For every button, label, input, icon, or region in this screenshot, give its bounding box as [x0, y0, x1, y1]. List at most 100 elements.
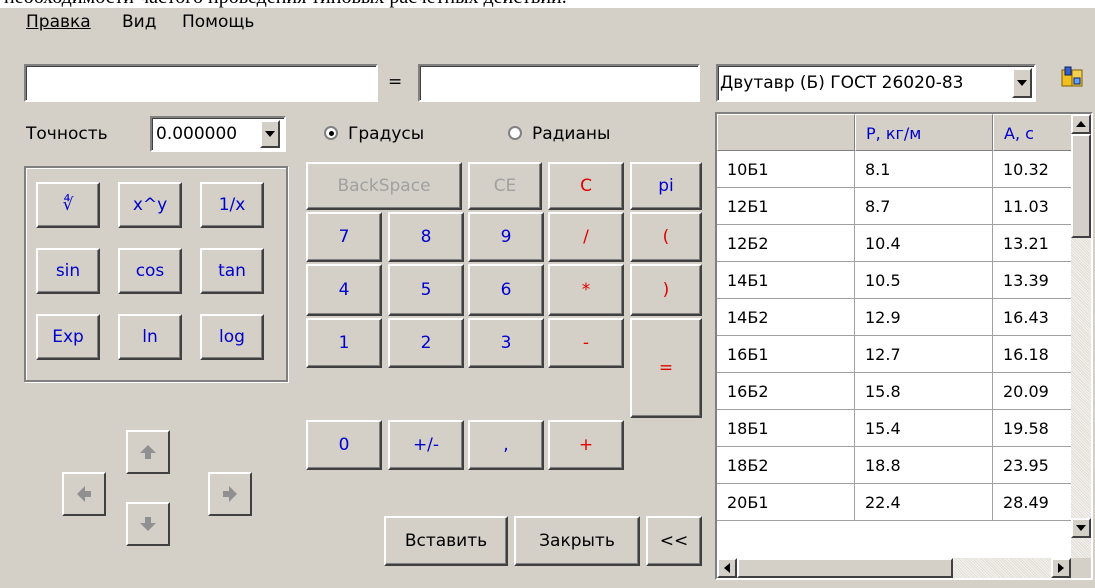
expression-input[interactable]: [24, 64, 378, 102]
scroll-down-button[interactable]: [1071, 518, 1091, 538]
collapse-button[interactable]: <<: [646, 516, 702, 566]
table-row[interactable]: 14Б2 12.9 16.43: [717, 299, 1071, 336]
cell-name: 16Б1: [717, 336, 855, 373]
digit-4-button[interactable]: 4: [306, 264, 382, 316]
plus-button[interactable]: +: [548, 420, 624, 470]
decimal-button[interactable]: ,: [468, 420, 544, 470]
header-mass[interactable]: P, кг/м: [855, 114, 993, 151]
radians-radio[interactable]: [508, 126, 522, 140]
chevron-down-icon[interactable]: [1012, 68, 1032, 98]
table-row[interactable]: 18Б1 15.4 19.58: [717, 410, 1071, 447]
tan-button[interactable]: tan: [200, 248, 264, 294]
table-row[interactable]: 12Б2 10.4 13.21: [717, 225, 1071, 262]
menu-edit[interactable]: Правка: [26, 8, 91, 36]
table-row[interactable]: 10Б1 8.1 10.32: [717, 151, 1071, 188]
left-paren-button[interactable]: (: [630, 212, 702, 262]
arrow-left-icon: [77, 486, 91, 502]
scroll-up-button[interactable]: [1071, 114, 1091, 134]
arrow-right-icon: [223, 486, 237, 502]
profile-select-value: Двутавр (Б) ГОСТ 26020-83: [720, 73, 964, 93]
divide-button[interactable]: /: [548, 212, 624, 262]
arrow-up-button[interactable]: [126, 430, 170, 474]
reciprocal-button[interactable]: 1/x: [200, 182, 264, 228]
minus-button[interactable]: -: [548, 318, 624, 368]
cell-mass: 12.9: [855, 299, 993, 336]
cell-area: 23.95: [993, 447, 1071, 484]
table-row[interactable]: 14Б1 10.5 13.39: [717, 262, 1071, 299]
table-row[interactable]: 16Б2 15.8 20.09: [717, 373, 1071, 410]
header-name[interactable]: [717, 114, 855, 151]
cell-area: 13.21: [993, 225, 1071, 262]
equals-button[interactable]: =: [630, 318, 702, 418]
cell-name: 12Б1: [717, 188, 855, 225]
menu-help[interactable]: Помощь: [182, 8, 254, 36]
arrow-down-button[interactable]: [126, 502, 170, 546]
cos-button[interactable]: cos: [118, 248, 182, 294]
cell-name: 18Б2: [717, 447, 855, 484]
close-button[interactable]: Закрыть: [514, 516, 640, 566]
clear-button[interactable]: C: [548, 162, 624, 210]
table-row[interactable]: 20Б1 22.4 28.49: [717, 484, 1071, 521]
cell-name: 10Б1: [717, 151, 855, 188]
cell-area: 28.49: [993, 484, 1071, 521]
menu-view[interactable]: Вид: [122, 8, 156, 36]
table-row[interactable]: 12Б1 8.7 11.03: [717, 188, 1071, 225]
sin-button[interactable]: sin: [36, 248, 100, 294]
caption-text: необходимости частого проведения типовых…: [4, 0, 567, 8]
root-button[interactable]: ∜: [36, 182, 100, 228]
ln-button[interactable]: ln: [118, 314, 182, 360]
cell-mass: 12.7: [855, 336, 993, 373]
cell-mass: 15.4: [855, 410, 993, 447]
cell-name: 14Б1: [717, 262, 855, 299]
digit-3-button[interactable]: 3: [468, 318, 544, 368]
cell-area: 10.32: [993, 151, 1071, 188]
cell-area: 16.18: [993, 336, 1071, 373]
reference-book-icon[interactable]: [1060, 66, 1084, 90]
multiply-button[interactable]: *: [548, 264, 624, 316]
power-button[interactable]: x^y: [118, 182, 182, 228]
scroll-left-button[interactable]: [717, 558, 737, 578]
scroll-thumb-vertical[interactable]: [1071, 134, 1091, 238]
table-row[interactable]: 18Б2 18.8 23.95: [717, 447, 1071, 484]
degrees-label: Градусы: [348, 124, 425, 144]
cell-area: 20.09: [993, 373, 1071, 410]
cell-mass: 8.1: [855, 151, 993, 188]
cell-area: 13.39: [993, 262, 1071, 299]
cell-name: 20Б1: [717, 484, 855, 521]
arrow-left-button[interactable]: [62, 472, 106, 516]
result-field[interactable]: [418, 64, 700, 102]
chevron-down-icon[interactable]: [260, 120, 280, 148]
digit-6-button[interactable]: 6: [468, 264, 544, 316]
degrees-radio[interactable]: [324, 126, 338, 140]
cell-name: 16Б2: [717, 373, 855, 410]
scroll-right-button[interactable]: [1051, 558, 1071, 578]
sign-toggle-button[interactable]: +/-: [388, 420, 464, 470]
log-button[interactable]: log: [200, 314, 264, 360]
digit-0-button[interactable]: 0: [306, 420, 382, 470]
cell-mass: 10.4: [855, 225, 993, 262]
cell-mass: 15.8: [855, 373, 993, 410]
pi-button[interactable]: pi: [630, 162, 702, 210]
insert-button[interactable]: Вставить: [384, 516, 508, 566]
digit-7-button[interactable]: 7: [306, 212, 382, 262]
header-area[interactable]: A, с: [993, 114, 1071, 151]
exp-button[interactable]: Exp: [36, 314, 100, 360]
menu-edit-label: Правка: [26, 12, 91, 32]
profile-select[interactable]: Двутавр (Б) ГОСТ 26020-83: [716, 64, 1036, 102]
right-paren-button[interactable]: ): [630, 264, 702, 316]
equals-sign: =: [388, 72, 403, 92]
digit-8-button[interactable]: 8: [388, 212, 464, 262]
table-row[interactable]: 16Б1 12.7 16.18: [717, 336, 1071, 373]
backspace-button[interactable]: BackSpace: [306, 162, 462, 210]
scroll-corner: [1071, 558, 1091, 578]
precision-select[interactable]: 0.000000: [150, 116, 286, 152]
scroll-thumb-horizontal[interactable]: [737, 558, 953, 578]
digit-2-button[interactable]: 2: [388, 318, 464, 368]
clear-entry-button[interactable]: CE: [468, 162, 542, 210]
digit-9-button[interactable]: 9: [468, 212, 544, 262]
cell-name: 12Б2: [717, 225, 855, 262]
digit-1-button[interactable]: 1: [306, 318, 382, 368]
digit-5-button[interactable]: 5: [388, 264, 464, 316]
profile-table: P, кг/м A, с 10Б1 8.1 10.32 12Б1 8.7 11.…: [717, 114, 1071, 558]
arrow-right-button[interactable]: [208, 472, 252, 516]
